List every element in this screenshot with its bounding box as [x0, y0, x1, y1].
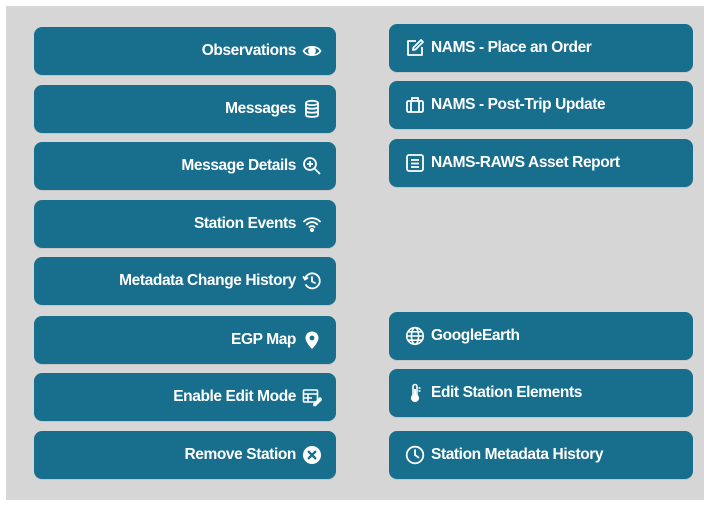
- pencil-square-icon: [405, 38, 425, 58]
- clock-icon: [405, 445, 425, 465]
- edit-station-elements-label: Edit Station Elements: [431, 384, 582, 401]
- map-pin-icon: [302, 330, 322, 350]
- nams-raws-asset-report-label: NAMS-RAWS Asset Report: [431, 154, 620, 171]
- zoom-in-icon: [302, 156, 322, 176]
- googleearth-label: GoogleEarth: [431, 327, 520, 344]
- station-metadata-history-button[interactable]: Station Metadata History: [389, 431, 693, 479]
- remove-station-label: Remove Station: [184, 446, 296, 463]
- eye-icon: [302, 41, 322, 61]
- suitcase-icon: [405, 95, 425, 115]
- googleearth-button[interactable]: GoogleEarth: [389, 312, 693, 360]
- database-icon: [302, 99, 322, 119]
- metadata-change-history-button[interactable]: Metadata Change History: [34, 257, 336, 305]
- wifi-icon: [302, 214, 322, 234]
- station-events-button[interactable]: Station Events: [34, 200, 336, 248]
- nams-place-order-button[interactable]: NAMS - Place an Order: [389, 24, 693, 72]
- metadata-change-history-label: Metadata Change History: [119, 272, 296, 289]
- thermometer-icon: [405, 383, 425, 403]
- edit-table-icon: [302, 387, 322, 407]
- station-events-label: Station Events: [193, 215, 296, 232]
- messages-button[interactable]: Messages: [34, 85, 336, 133]
- egp-map-label: EGP Map: [231, 331, 296, 348]
- station-metadata-history-label: Station Metadata History: [431, 446, 604, 463]
- edit-station-elements-button[interactable]: Edit Station Elements: [389, 369, 693, 417]
- nams-post-trip-update-button[interactable]: NAMS - Post-Trip Update: [389, 81, 693, 129]
- message-details-label: Message Details: [181, 157, 296, 174]
- nams-place-order-label: NAMS - Place an Order: [431, 39, 592, 56]
- globe-icon: [405, 326, 425, 346]
- history-icon: [302, 271, 322, 291]
- nams-raws-asset-report-button[interactable]: NAMS-RAWS Asset Report: [389, 139, 693, 187]
- enable-edit-mode-label: Enable Edit Mode: [173, 388, 296, 405]
- messages-label: Messages: [225, 100, 296, 117]
- observations-label: Observations: [201, 42, 297, 59]
- message-details-button[interactable]: Message Details: [34, 142, 336, 190]
- remove-station-button[interactable]: Remove Station: [34, 431, 336, 479]
- enable-edit-mode-button[interactable]: Enable Edit Mode: [34, 373, 336, 421]
- close-circle-icon: [302, 445, 322, 465]
- nams-post-trip-update-label: NAMS - Post-Trip Update: [431, 96, 606, 113]
- observations-button[interactable]: Observations: [34, 27, 336, 75]
- list-box-icon: [405, 153, 425, 173]
- egp-map-button[interactable]: EGP Map: [34, 316, 336, 364]
